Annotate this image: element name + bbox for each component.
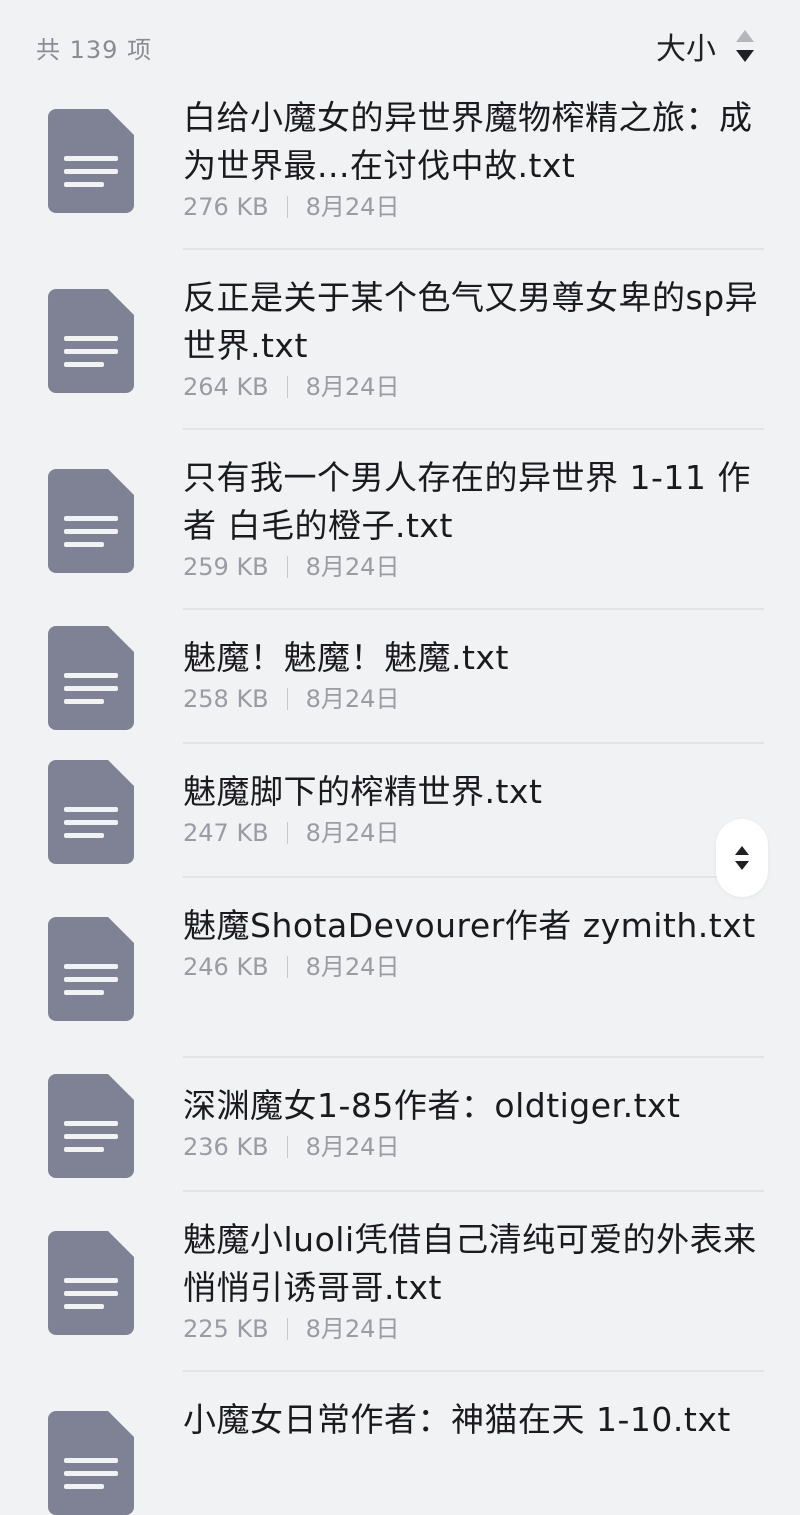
text-document-icon xyxy=(48,1074,134,1178)
file-name: 小魔女日常作者：神猫在天 1-10.txt xyxy=(183,1400,731,1439)
file-date: 8月24日 xyxy=(305,373,400,401)
meta-divider xyxy=(286,956,288,978)
file-date: 8月24日 xyxy=(305,1133,400,1161)
file-meta: 276 KB 8月24日 xyxy=(183,190,764,224)
file-meta: 225 KB 8月24日 xyxy=(183,1312,764,1346)
text-document-icon xyxy=(48,917,134,1021)
file-name: 白给小魔女的异世界魔物榨精之旅：成为世界最...在讨伐中故.txt xyxy=(183,98,753,185)
sort-up-down-icon xyxy=(736,30,754,62)
meta-divider xyxy=(286,1318,288,1340)
file-name: 魅魔ShotaDevourer作者 zymith.txt xyxy=(183,906,756,945)
file-date: 8月24日 xyxy=(305,553,400,581)
meta-divider xyxy=(286,822,288,844)
file-row[interactable]: 魅魔脚下的榨精世界.txt 247 KB 8月24日 xyxy=(0,744,800,878)
file-meta: 259 KB 8月24日 xyxy=(183,550,764,584)
file-row[interactable]: 反正是关于某个色气又男尊女卑的sp异世界.txt 264 KB 8月24日 xyxy=(0,250,800,430)
file-row[interactable]: 魅魔小luoli凭借自己清纯可爱的外表来悄悄引诱哥哥.txt 225 KB 8月2… xyxy=(0,1192,800,1372)
file-meta: 264 KB 8月24日 xyxy=(183,370,764,404)
file-date: 8月24日 xyxy=(305,685,400,713)
file-date: 8月24日 xyxy=(305,193,400,221)
text-document-icon xyxy=(48,1231,134,1335)
file-meta: 258 KB 8月24日 xyxy=(183,682,764,716)
text-document-icon xyxy=(48,760,134,864)
text-document-icon xyxy=(48,626,134,730)
file-date: 8月24日 xyxy=(305,819,400,847)
file-name: 反正是关于某个色气又男尊女卑的sp异世界.txt xyxy=(183,278,759,365)
text-document-icon xyxy=(48,109,134,213)
file-date: 8月24日 xyxy=(305,953,400,981)
file-meta: 246 KB 8月24日 xyxy=(183,950,764,984)
item-count: 共 139 项 xyxy=(36,36,153,64)
list-header: 共 139 项 大小 xyxy=(0,0,800,92)
file-row[interactable]: 魅魔ShotaDevourer作者 zymith.txt 246 KB 8月24日 xyxy=(0,878,800,1058)
file-name: 只有我一个男人存在的异世界 1-11 作者 白毛的橙子.txt xyxy=(183,458,751,545)
file-list: 白给小魔女的异世界魔物榨精之旅：成为世界最...在讨伐中故.txt 276 KB… xyxy=(0,82,800,1515)
meta-divider xyxy=(286,196,288,218)
text-document-icon xyxy=(48,1411,134,1515)
meta-divider xyxy=(286,376,288,398)
sort-button[interactable]: 大小 xyxy=(656,24,756,68)
text-document-icon xyxy=(48,469,134,573)
file-name: 魅魔脚下的榨精世界.txt xyxy=(183,772,543,811)
file-size: 276 KB xyxy=(183,193,269,221)
file-meta: 247 KB 8月24日 xyxy=(183,816,764,850)
file-size: 264 KB xyxy=(183,373,269,401)
file-date: 8月24日 xyxy=(305,1315,400,1343)
file-row[interactable]: 只有我一个男人存在的异世界 1-11 作者 白毛的橙子.txt 259 KB 8月… xyxy=(0,430,800,610)
file-name: 魅魔！魅魔！魅魔.txt xyxy=(183,638,509,677)
file-row[interactable]: 魅魔！魅魔！魅魔.txt 258 KB 8月24日 xyxy=(0,610,800,744)
file-size: 225 KB xyxy=(183,1315,269,1343)
file-row[interactable]: 深渊魔女1-85作者：oldtiger.txt 236 KB 8月24日 xyxy=(0,1058,800,1192)
fast-scroll-handle[interactable] xyxy=(716,819,768,897)
meta-divider xyxy=(286,556,288,578)
fast-scroll-handle-icon xyxy=(735,846,749,870)
file-meta: 236 KB 8月24日 xyxy=(183,1130,764,1164)
file-size: 236 KB xyxy=(183,1133,269,1161)
file-size: 247 KB xyxy=(183,819,269,847)
file-size: 246 KB xyxy=(183,953,269,981)
file-size: 259 KB xyxy=(183,553,269,581)
file-size: 258 KB xyxy=(183,685,269,713)
meta-divider xyxy=(286,1136,288,1158)
file-name: 魅魔小luoli凭借自己清纯可爱的外表来悄悄引诱哥哥.txt xyxy=(183,1220,757,1307)
sort-label: 大小 xyxy=(656,32,716,67)
meta-divider xyxy=(286,688,288,710)
text-document-icon xyxy=(48,289,134,393)
file-row[interactable]: 白给小魔女的异世界魔物榨精之旅：成为世界最...在讨伐中故.txt 276 KB… xyxy=(0,82,800,250)
file-name: 深渊魔女1-85作者：oldtiger.txt xyxy=(183,1086,681,1125)
file-row[interactable]: 小魔女日常作者：神猫在天 1-10.txt xyxy=(0,1372,800,1515)
